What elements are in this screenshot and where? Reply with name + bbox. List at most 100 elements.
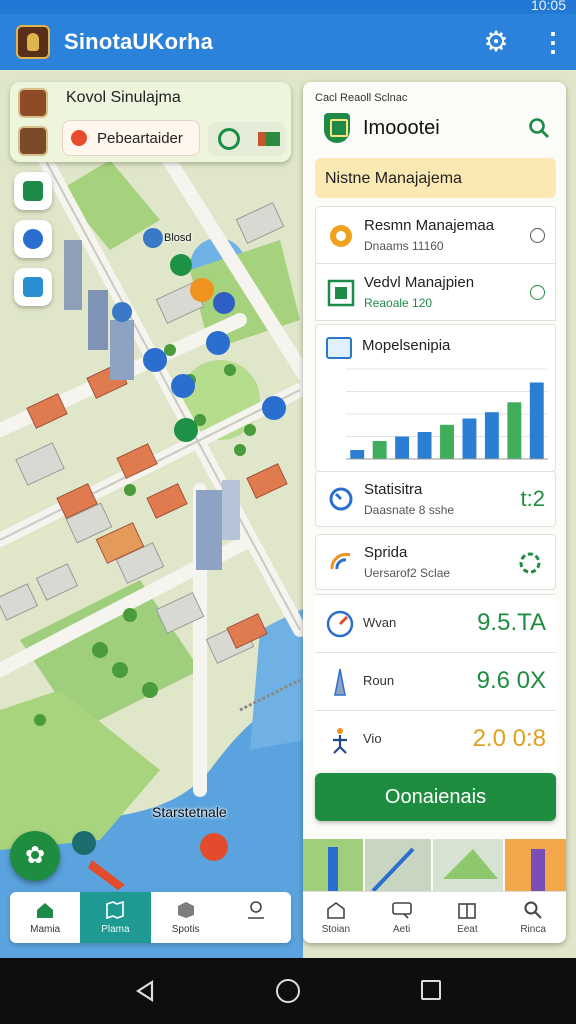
gear-icon bbox=[330, 225, 352, 247]
chart-bar bbox=[350, 450, 365, 459]
stat-title: Sprida bbox=[364, 544, 408, 561]
avatar bbox=[18, 126, 48, 156]
puzzle-icon bbox=[23, 277, 43, 297]
stat-card[interactable]: Sprida Uersarof2 Sclae bbox=[315, 534, 556, 590]
management-item[interactable]: Vedvl Manajpien Reaoale 120 bbox=[315, 263, 556, 321]
nav-label: Spotis bbox=[171, 924, 200, 935]
map-label: Blosd bbox=[164, 232, 192, 244]
status-time: 10:05 bbox=[530, 0, 566, 13]
management-item-title: Vedvl Manajpien bbox=[364, 274, 475, 291]
metric-label: Roun bbox=[363, 673, 395, 688]
nav-item-home[interactable]: Mamia bbox=[10, 892, 80, 943]
back-icon[interactable] bbox=[134, 980, 156, 1002]
system-nav-bar bbox=[0, 958, 576, 1024]
status-bar: 10:05 bbox=[0, 0, 576, 14]
refresh-icon[interactable] bbox=[517, 550, 543, 576]
info-actions-button[interactable] bbox=[208, 122, 286, 156]
gear-icon[interactable]: ⚙ bbox=[482, 28, 510, 56]
panel-title: Imoootei bbox=[363, 117, 440, 139]
map-icon bbox=[106, 901, 125, 919]
sync-icon bbox=[218, 128, 240, 150]
avatar bbox=[18, 88, 48, 118]
signal-icon bbox=[330, 552, 351, 570]
management-item-sub: Reaoale 120 bbox=[364, 296, 433, 310]
chart-bar bbox=[395, 436, 410, 459]
box-icon bbox=[177, 902, 194, 918]
location-info-card[interactable]: Kovol Sinulajma Pebeartaider bbox=[10, 82, 291, 162]
layers-tool-button[interactable] bbox=[14, 172, 52, 210]
section-header: Nistne Manajajema bbox=[315, 158, 556, 198]
nav-label: Plama bbox=[101, 924, 130, 935]
nav-item-map[interactable]: Plama bbox=[80, 892, 151, 943]
metric-row: Roun 9.6 0X bbox=[315, 652, 556, 710]
chart-bar bbox=[417, 432, 432, 459]
chart-bar bbox=[372, 441, 387, 459]
app-bar: SinotaUKorha ⚙ ⋮ bbox=[0, 14, 576, 70]
metric-value: 9.5.TA bbox=[477, 609, 546, 636]
metric-label: Wvan bbox=[363, 615, 397, 630]
metric-value: 2.0 0:8 bbox=[472, 725, 546, 752]
chat-icon bbox=[391, 902, 412, 919]
document-icon bbox=[327, 279, 355, 307]
search-icon[interactable] bbox=[528, 117, 550, 139]
nav-label: Stoian bbox=[321, 924, 351, 935]
radio-button[interactable] bbox=[530, 285, 545, 300]
puzzle-tool-button[interactable] bbox=[14, 268, 52, 306]
location-chip[interactable]: Pebeartaider bbox=[62, 120, 200, 156]
shield-icon bbox=[23, 229, 43, 249]
map-bottom-nav: Mamia Plama Spotis bbox=[10, 892, 291, 943]
shield-icon bbox=[324, 113, 350, 143]
stat-value: t:2 bbox=[520, 486, 545, 511]
primary-action-button[interactable]: Oonaienais bbox=[315, 773, 556, 821]
metric-value: 9.6 0X bbox=[476, 667, 546, 694]
tower-icon bbox=[334, 668, 346, 696]
map-label: Starstetnale bbox=[152, 804, 227, 820]
recents-icon[interactable] bbox=[421, 980, 441, 1000]
panel-caption: Cacl Reaoll Sclnac bbox=[315, 92, 408, 104]
nav-item-profile[interactable] bbox=[221, 892, 291, 943]
metric-row: Vio 2.0 0:8 bbox=[315, 710, 556, 768]
stat-sub: Uersarof2 Sclae bbox=[364, 566, 451, 580]
home-icon bbox=[327, 902, 345, 919]
nav-item-eeat[interactable]: Eeat bbox=[435, 892, 501, 943]
chart-bar bbox=[484, 412, 499, 459]
nav-label: Mamia bbox=[30, 924, 61, 935]
bar-chart bbox=[346, 368, 548, 460]
speed-icon bbox=[329, 487, 353, 511]
chip-label: Pebeartaider bbox=[97, 129, 183, 147]
stat-card[interactable]: Statisitra Daasnate 8 sshe t:2 bbox=[315, 471, 556, 527]
info-panel: Cacl Reaoll Sclnac Imoootei Nistne Manaj… bbox=[303, 82, 566, 943]
radio-button[interactable] bbox=[530, 228, 545, 243]
chart-bar bbox=[462, 418, 477, 459]
layers-icon bbox=[23, 181, 43, 201]
chart-bar bbox=[529, 382, 544, 459]
pin-icon bbox=[71, 130, 87, 146]
chart-title: Mopelsenipia bbox=[362, 337, 451, 354]
shield-tool-button[interactable] bbox=[14, 220, 52, 258]
nav-item-station[interactable]: Stoian bbox=[303, 892, 369, 943]
compass-icon bbox=[326, 610, 354, 638]
locate-fab[interactable]: ✿ bbox=[10, 831, 60, 881]
chart-card: Mopelsenipia bbox=[315, 324, 556, 472]
map-thumbnails bbox=[303, 839, 566, 891]
person-icon bbox=[247, 901, 264, 919]
home-button-icon[interactable] bbox=[276, 979, 300, 1003]
section-title: Nistne Manajajema bbox=[325, 170, 462, 187]
nav-item-search[interactable]: Rinca bbox=[500, 892, 566, 943]
flag-icon bbox=[258, 132, 280, 146]
nav-label: Aeti bbox=[393, 924, 411, 935]
nav-item-spots[interactable]: Spotis bbox=[151, 892, 221, 943]
chart-icon bbox=[326, 337, 352, 359]
management-item[interactable]: Resmn Manajemaa Dnaams 11160 bbox=[315, 206, 556, 264]
nav-item-chat[interactable]: Aeti bbox=[369, 892, 435, 943]
chart-bar bbox=[440, 424, 454, 459]
more-vert-icon[interactable]: ⋮ bbox=[540, 28, 566, 56]
home-icon bbox=[37, 903, 54, 918]
search-icon bbox=[524, 901, 542, 919]
panel-bottom-nav: Stoian Aeti Eeat Rinca bbox=[303, 891, 566, 943]
info-card-title: Kovol Sinulajma bbox=[66, 89, 181, 106]
nav-label: Eeat bbox=[457, 924, 478, 935]
metric-label: Vio bbox=[363, 731, 382, 746]
app-title: SinotaUKorha bbox=[64, 29, 214, 54]
chart-bar bbox=[507, 402, 522, 459]
